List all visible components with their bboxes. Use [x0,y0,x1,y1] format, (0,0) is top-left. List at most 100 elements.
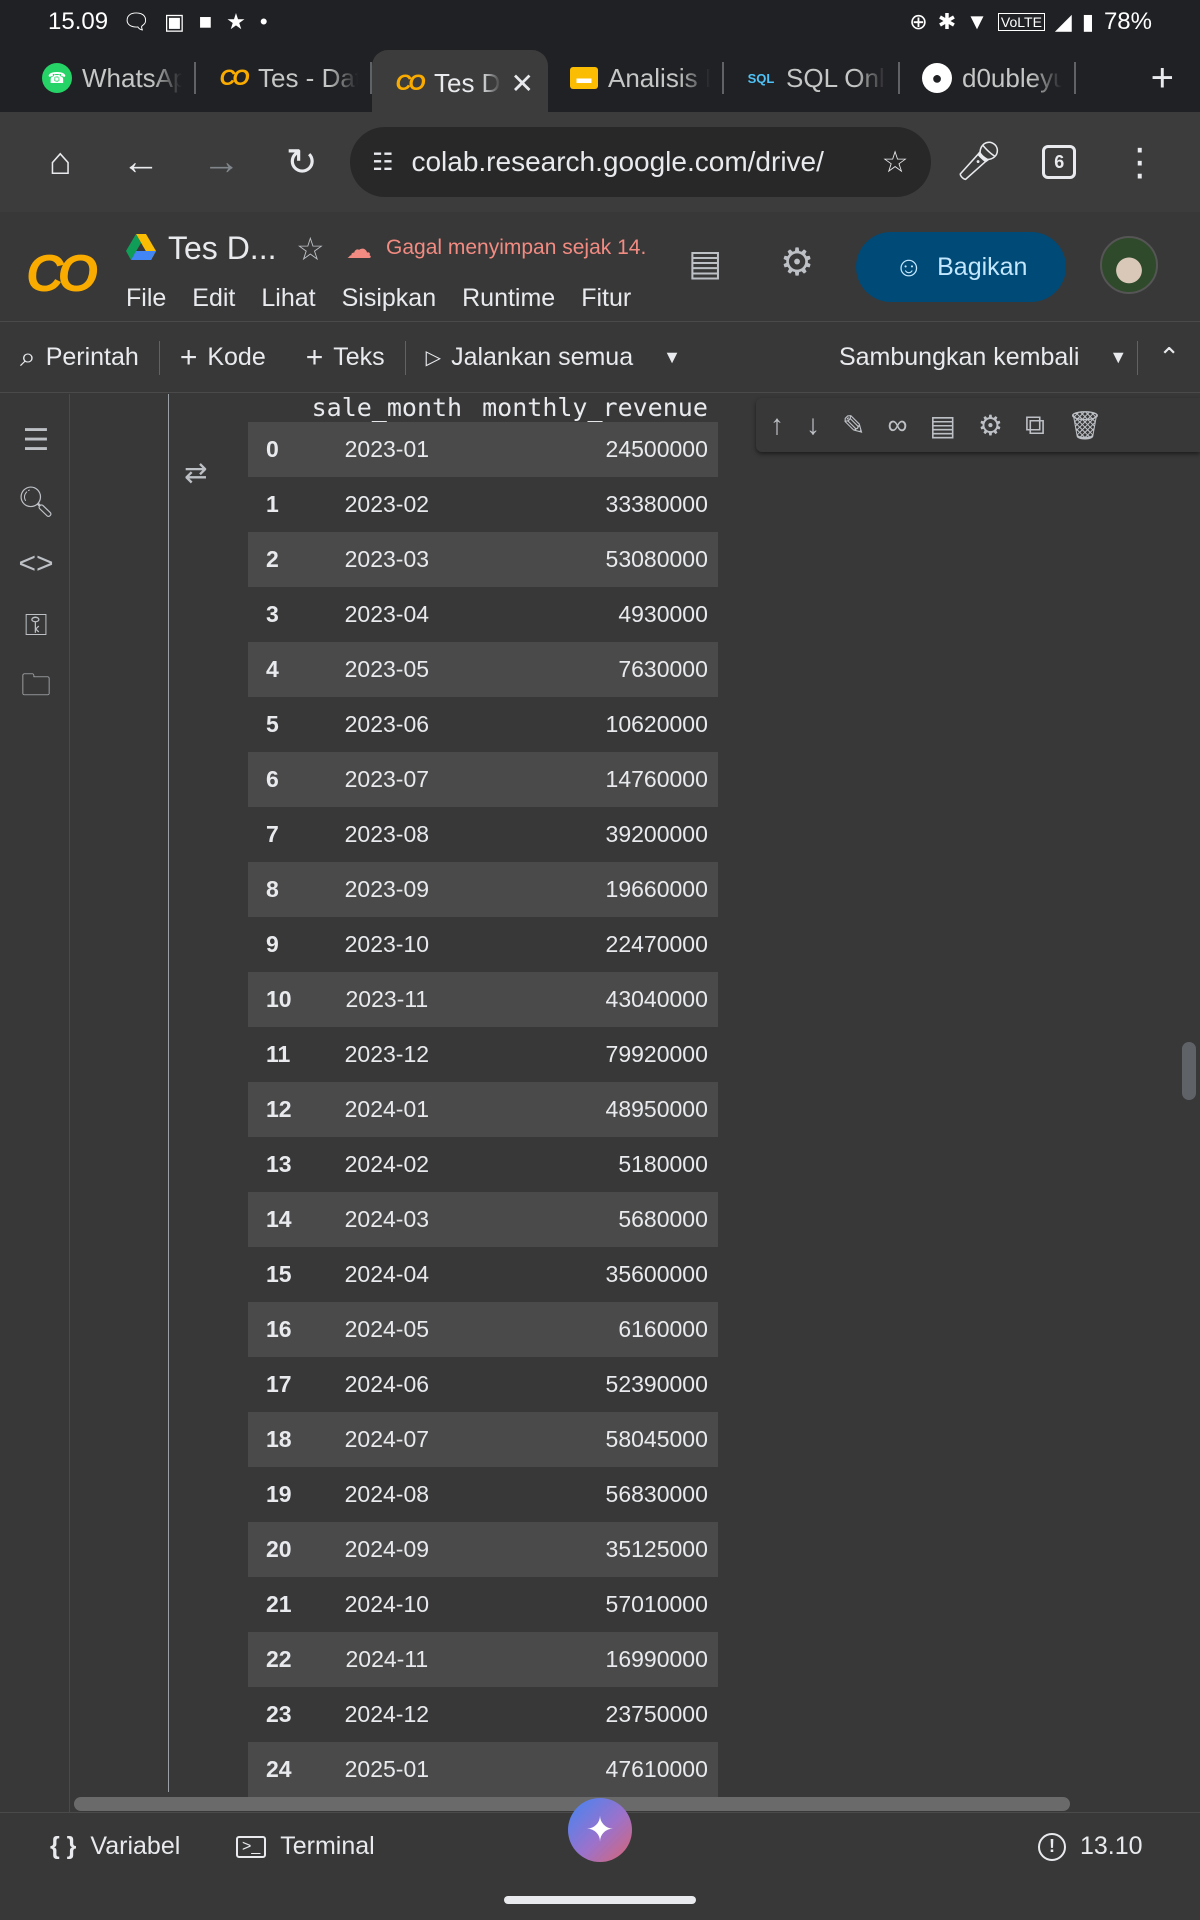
save-status[interactable]: Gagal menyimpan sejak 14. [386,236,646,260]
gesture-handle[interactable] [504,1896,696,1904]
delete-icon[interactable]: 🗑︎ [1067,409,1103,442]
notebook-title[interactable]: Tes D... [168,230,276,267]
row-index: 19 [248,1467,302,1522]
dot-notification-icon: • [259,9,268,34]
reconnect-button[interactable]: Sambungkan kembali [819,343,1099,372]
forward-icon[interactable]: → [181,120,261,204]
bookmark-star-icon[interactable]: ☆ [882,145,909,180]
home-icon[interactable]: ⌂ [20,120,100,204]
menu-view[interactable]: Lihat [261,284,315,313]
table-row: 22 2024-11 16990000 [248,1632,718,1687]
monthly-revenue-cell: 7630000 [472,642,718,697]
menu-runtime[interactable]: Runtime [462,284,555,313]
comment-icon[interactable]: ▤ [688,242,722,284]
people-icon: ☺ [894,251,924,282]
chevron-down-icon[interactable]: ▼ [653,347,691,368]
table-row: 6 2023-07 14760000 [248,752,718,807]
table-row: 14 2024-03 5680000 [248,1192,718,1247]
address-bar[interactable]: ☷ colab.research.google.com/drive/ ☆ [349,127,931,197]
row-index: 14 [248,1192,302,1247]
sale-month-cell: 2024-10 [301,1577,473,1632]
colab-logo[interactable]: CO [26,244,98,304]
data-saver-icon: ⊕ [909,9,928,34]
move-up-icon[interactable]: ↑ [770,409,784,441]
back-icon[interactable]: ← [100,120,180,204]
monthly-revenue-cell: 79920000 [472,1027,718,1082]
site-settings-icon[interactable]: ☷ [372,148,394,177]
tab-switcher-button[interactable]: 6 [1019,120,1099,204]
table-row: 9 2023-10 22470000 [248,917,718,972]
add-code-button[interactable]: + Kode [160,341,286,375]
close-tab-icon[interactable]: ✕ [511,67,534,100]
menu-edit[interactable]: Edit [192,284,235,313]
google-drive-icon[interactable] [126,234,156,260]
status-time: 15.09 [48,8,109,35]
execution-status[interactable]: ! 13.10 [1038,1832,1143,1861]
gear-icon[interactable]: ⚙ [978,409,1003,442]
monthly-revenue-cell: 58045000 [472,1412,718,1467]
table-row: 20 2024-09 35125000 [248,1522,718,1577]
edit-icon[interactable]: ✎ [842,409,865,442]
find-icon[interactable]: 🔍︎ [16,482,56,522]
table-row: 21 2024-10 57010000 [248,1577,718,1632]
gemini-button[interactable]: ✦ [568,1798,632,1862]
table-row: 13 2024-02 5180000 [248,1137,718,1192]
code-snippets-icon[interactable]: <> [16,544,56,584]
whatsapp-icon: ☎ [42,63,72,93]
menu-tools[interactable]: Fitur [581,284,631,313]
battery-level: 78% [1103,8,1152,35]
key-icon[interactable]: ⚿ [16,606,56,646]
monthly-revenue-cell: 6160000 [472,1302,718,1357]
collapse-header-icon[interactable]: ⌃ [1138,342,1200,373]
star-icon[interactable]: ☆ [296,230,325,268]
chevron-down-icon[interactable]: ▼ [1099,347,1137,368]
sale-month-cell: 2024-09 [301,1522,473,1577]
vertical-scrollbar[interactable] [1182,1042,1196,1100]
table-row: 7 2023-08 39200000 [248,807,718,862]
microphone-icon[interactable]: 🎤︎ [939,120,1019,204]
share-button[interactable]: ☺ Bagikan [856,232,1066,302]
mirror-cell-icon[interactable]: ⧉ [1025,409,1045,442]
sale-month-cell: 2023-11 [301,972,473,1027]
monthly-revenue-cell: 5180000 [472,1137,718,1192]
browser-tab[interactable]: ● d0ubleyu [900,50,1076,106]
command-palette-button[interactable]: ⌕ Perintah [0,341,159,374]
terminal-button[interactable]: >_ Terminal [236,1832,375,1861]
reload-icon[interactable]: ↻ [261,120,341,204]
row-index: 7 [248,807,302,862]
browser-tab[interactable]: SQL SQL Online [724,50,900,106]
menu-file[interactable]: File [126,284,166,313]
row-index: 0 [248,422,302,477]
more-menu-icon[interactable]: ⋮ [1099,120,1179,204]
avatar[interactable] [1100,236,1158,294]
browser-tab[interactable]: CO Tes - Data [196,50,372,106]
monthly-revenue-cell: 22470000 [472,917,718,972]
run-all-button[interactable]: ▷ Jalankan semua [406,343,653,372]
menu-insert[interactable]: Sisipkan [342,284,437,313]
comment-icon[interactable]: ▤ [929,409,955,442]
move-down-icon[interactable]: ↓ [806,409,820,441]
browser-tab[interactable]: ☎ WhatsApp [20,50,196,106]
monthly-revenue-cell: 19660000 [472,862,718,917]
monthly-revenue-cell: 16990000 [472,1632,718,1687]
volte-icon: VoLTE [997,13,1045,31]
add-text-button[interactable]: + Teks [286,341,405,375]
sale-month-cell: 2024-07 [301,1412,473,1467]
terminal-label: Terminal [280,1832,375,1860]
tab-label: WhatsApp [82,62,182,93]
horizontal-scrollbar[interactable] [74,1797,1070,1811]
monthly-revenue-cell: 53080000 [472,532,718,587]
tab-count: 6 [1042,145,1077,179]
output-actions-icon[interactable]: ⇄ [184,456,207,489]
row-index: 10 [248,972,302,1027]
link-icon[interactable]: ∞ [887,409,907,441]
row-index: 11 [248,1027,302,1082]
new-tab-icon[interactable]: + [1151,56,1174,101]
browser-tab-active[interactable]: CO Tes Data ✕ [372,50,548,116]
variables-button[interactable]: { } Variabel [50,1832,180,1861]
table-of-contents-icon[interactable]: ☰ [16,420,56,460]
browser-tab[interactable]: ▬ Analisis Data [548,50,724,106]
folder-icon[interactable]: 🗀 [16,668,56,708]
gear-icon[interactable]: ⚙ [780,240,814,285]
sale-month-cell: 2023-08 [301,807,473,862]
